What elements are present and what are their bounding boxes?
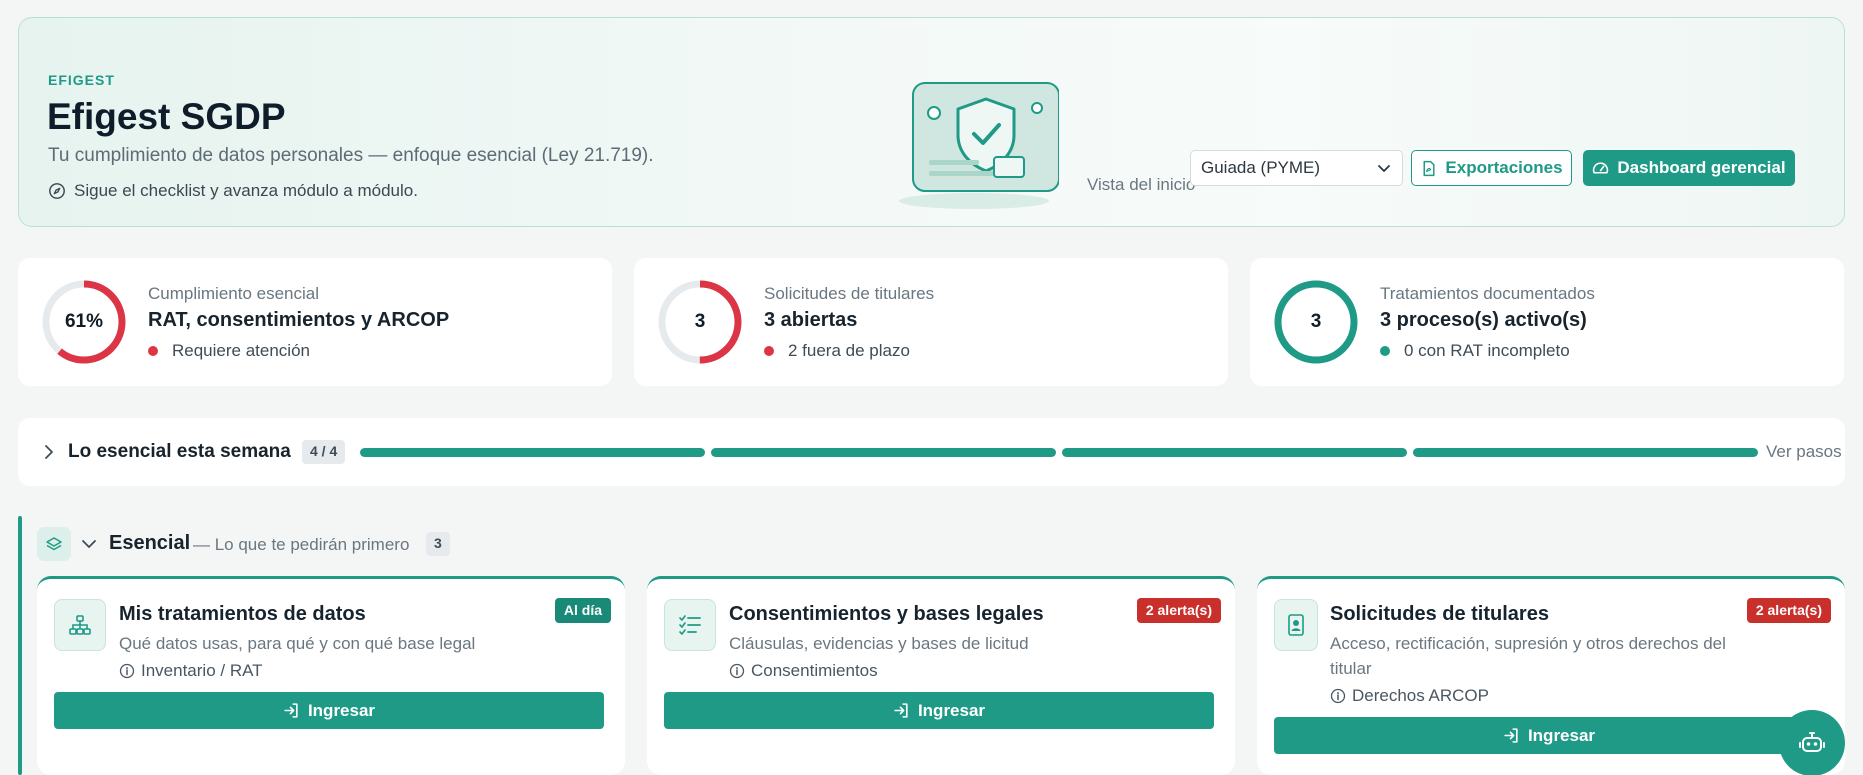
sitemap-icon xyxy=(69,615,91,635)
card-icon xyxy=(1274,599,1318,651)
status-badge: 2 alerta(s) xyxy=(1746,598,1831,623)
weekly-progress-badge: 4 / 4 xyxy=(302,440,346,464)
enter-button[interactable]: Ingresar xyxy=(664,692,1214,729)
progress-segment xyxy=(1413,448,1758,457)
progress-segment xyxy=(711,448,1056,457)
assistant-button[interactable] xyxy=(1779,710,1845,775)
ring-value: 3 xyxy=(1310,311,1322,332)
card-description: Qué datos usas, para qué y con qué base … xyxy=(119,634,476,653)
weekly-progress-bar xyxy=(360,448,1758,457)
card-description: Cláusulas, evidencias y bases de licitud xyxy=(729,634,1029,653)
stat-label: Tratamientos documentados xyxy=(1380,284,1595,303)
stat-card-compliance: 61% Cumplimiento esencial RAT, consentim… xyxy=(18,258,612,386)
stat-status: 2 fuera de plazo xyxy=(764,341,910,361)
stat-value: 3 proceso(s) activo(s) xyxy=(1380,309,1587,331)
status-dot xyxy=(148,346,158,356)
stat-value: 3 abiertas xyxy=(764,309,858,331)
ring-value: 61% xyxy=(64,311,104,332)
info-icon xyxy=(119,663,135,679)
module-card-consents: Consentimientos y bases legales Cláusula… xyxy=(647,576,1235,775)
status-dot xyxy=(764,346,774,356)
dashboard-button-label: Dashboard gerencial xyxy=(1617,158,1786,177)
shield-illustration-icon xyxy=(899,82,1059,209)
pdf-file-icon xyxy=(1423,160,1435,176)
stat-label: Cumplimiento esencial xyxy=(148,284,320,303)
layers-icon xyxy=(46,537,62,551)
card-icon xyxy=(664,599,716,651)
enter-button-label: Ingresar xyxy=(1527,725,1596,745)
section-count-badge: 3 xyxy=(426,532,450,556)
card-title: Consentimientos y bases legales xyxy=(729,603,1044,625)
card-tag: Inventario / RAT xyxy=(119,661,263,681)
page-subtitle: Tu cumplimiento de datos personales — en… xyxy=(48,145,654,166)
sign-in-icon xyxy=(894,703,908,718)
module-card-treatments: Mis tratamientos de datos Qué datos usas… xyxy=(37,576,625,775)
weekly-checklist[interactable]: Lo esencial esta semana 4 / 4 Ver pasos xyxy=(18,418,1845,486)
card-title: Solicitudes de titulares xyxy=(1330,603,1549,625)
ring-value: 3 xyxy=(694,311,706,332)
status-badge: 2 alerta(s) xyxy=(1136,598,1221,623)
view-label: Vista del inicio xyxy=(1087,175,1196,194)
view-select[interactable]: Guiada (PYME) xyxy=(1190,150,1403,186)
section-icon xyxy=(37,527,71,561)
stat-status-label: 2 fuera de plazo xyxy=(788,341,910,360)
card-tag-label: Inventario / RAT xyxy=(141,661,263,680)
stat-status: Requiere atención xyxy=(148,341,310,361)
card-tag-label: Consentimientos xyxy=(751,661,878,680)
card-title: Mis tratamientos de datos xyxy=(119,603,366,625)
enter-button-label: Ingresar xyxy=(307,700,376,720)
stat-status-label: Requiere atención xyxy=(172,341,310,360)
card-icon xyxy=(54,599,106,651)
card-tag: Derechos ARCOP xyxy=(1330,686,1489,706)
stat-card-treatments: 3 Tratamientos documentados 3 proceso(s)… xyxy=(1250,258,1844,386)
enter-button[interactable]: Ingresar xyxy=(54,692,604,729)
info-icon xyxy=(1330,688,1346,704)
enter-button-label: Ingresar xyxy=(917,700,986,720)
stat-card-requests: 3 Solicitudes de titulares 3 abiertas 2 … xyxy=(634,258,1228,386)
weekly-title: Lo esencial esta semana xyxy=(68,441,291,462)
hero-banner: EFIGEST Efigest SGDP Tu cumplimiento de … xyxy=(18,17,1845,227)
page-title: Efigest SGDP xyxy=(47,96,286,137)
status-dot xyxy=(1380,346,1390,356)
stat-status-label: 0 con RAT incompleto xyxy=(1404,341,1570,360)
info-icon xyxy=(729,663,745,679)
card-tag: Consentimientos xyxy=(729,661,878,681)
stat-value: RAT, consentimientos y ARCOP xyxy=(148,309,450,331)
brand-label: EFIGEST xyxy=(48,72,115,88)
view-select-value: Guiada (PYME) xyxy=(1201,158,1321,177)
chevron-down-icon[interactable] xyxy=(80,535,98,553)
sign-in-icon xyxy=(284,703,298,718)
card-description: Acceso, rectificación, supresión y otros… xyxy=(1330,634,1726,678)
exports-button[interactable]: Exportaciones xyxy=(1411,150,1572,186)
checklist-icon xyxy=(679,615,701,635)
exports-button-label: Exportaciones xyxy=(1445,158,1563,177)
sign-in-icon xyxy=(1504,728,1518,743)
dashboard-button[interactable]: Dashboard gerencial xyxy=(1583,150,1795,186)
card-tag-label: Derechos ARCOP xyxy=(1352,686,1489,705)
section-subtitle: — Lo que te pedirán primero xyxy=(193,535,410,554)
section-title: Esencial xyxy=(109,532,191,554)
module-card-requests: Solicitudes de titulares Acceso, rectifi… xyxy=(1257,576,1845,775)
hint-text: Sigue el checklist y avanza módulo a mód… xyxy=(48,181,418,201)
progress-segment xyxy=(360,448,705,457)
stat-status: 0 con RAT incompleto xyxy=(1380,341,1570,361)
status-badge: Al día xyxy=(554,598,611,623)
section-accent-bar xyxy=(18,516,22,775)
compass-icon xyxy=(49,183,65,199)
view-steps-link[interactable]: Ver pasos xyxy=(1766,442,1842,462)
hint-label: Sigue el checklist y avanza módulo a mód… xyxy=(74,181,418,200)
progress-segment xyxy=(1062,448,1407,457)
robot-icon xyxy=(1799,732,1825,752)
chevron-right-icon[interactable] xyxy=(40,443,58,461)
enter-button[interactable]: Ingresar xyxy=(1274,717,1824,754)
stat-label: Solicitudes de titulares xyxy=(764,284,935,303)
speedometer-icon xyxy=(1593,161,1609,174)
chevron-down-icon xyxy=(1378,165,1390,172)
id-badge-icon xyxy=(1288,614,1304,636)
